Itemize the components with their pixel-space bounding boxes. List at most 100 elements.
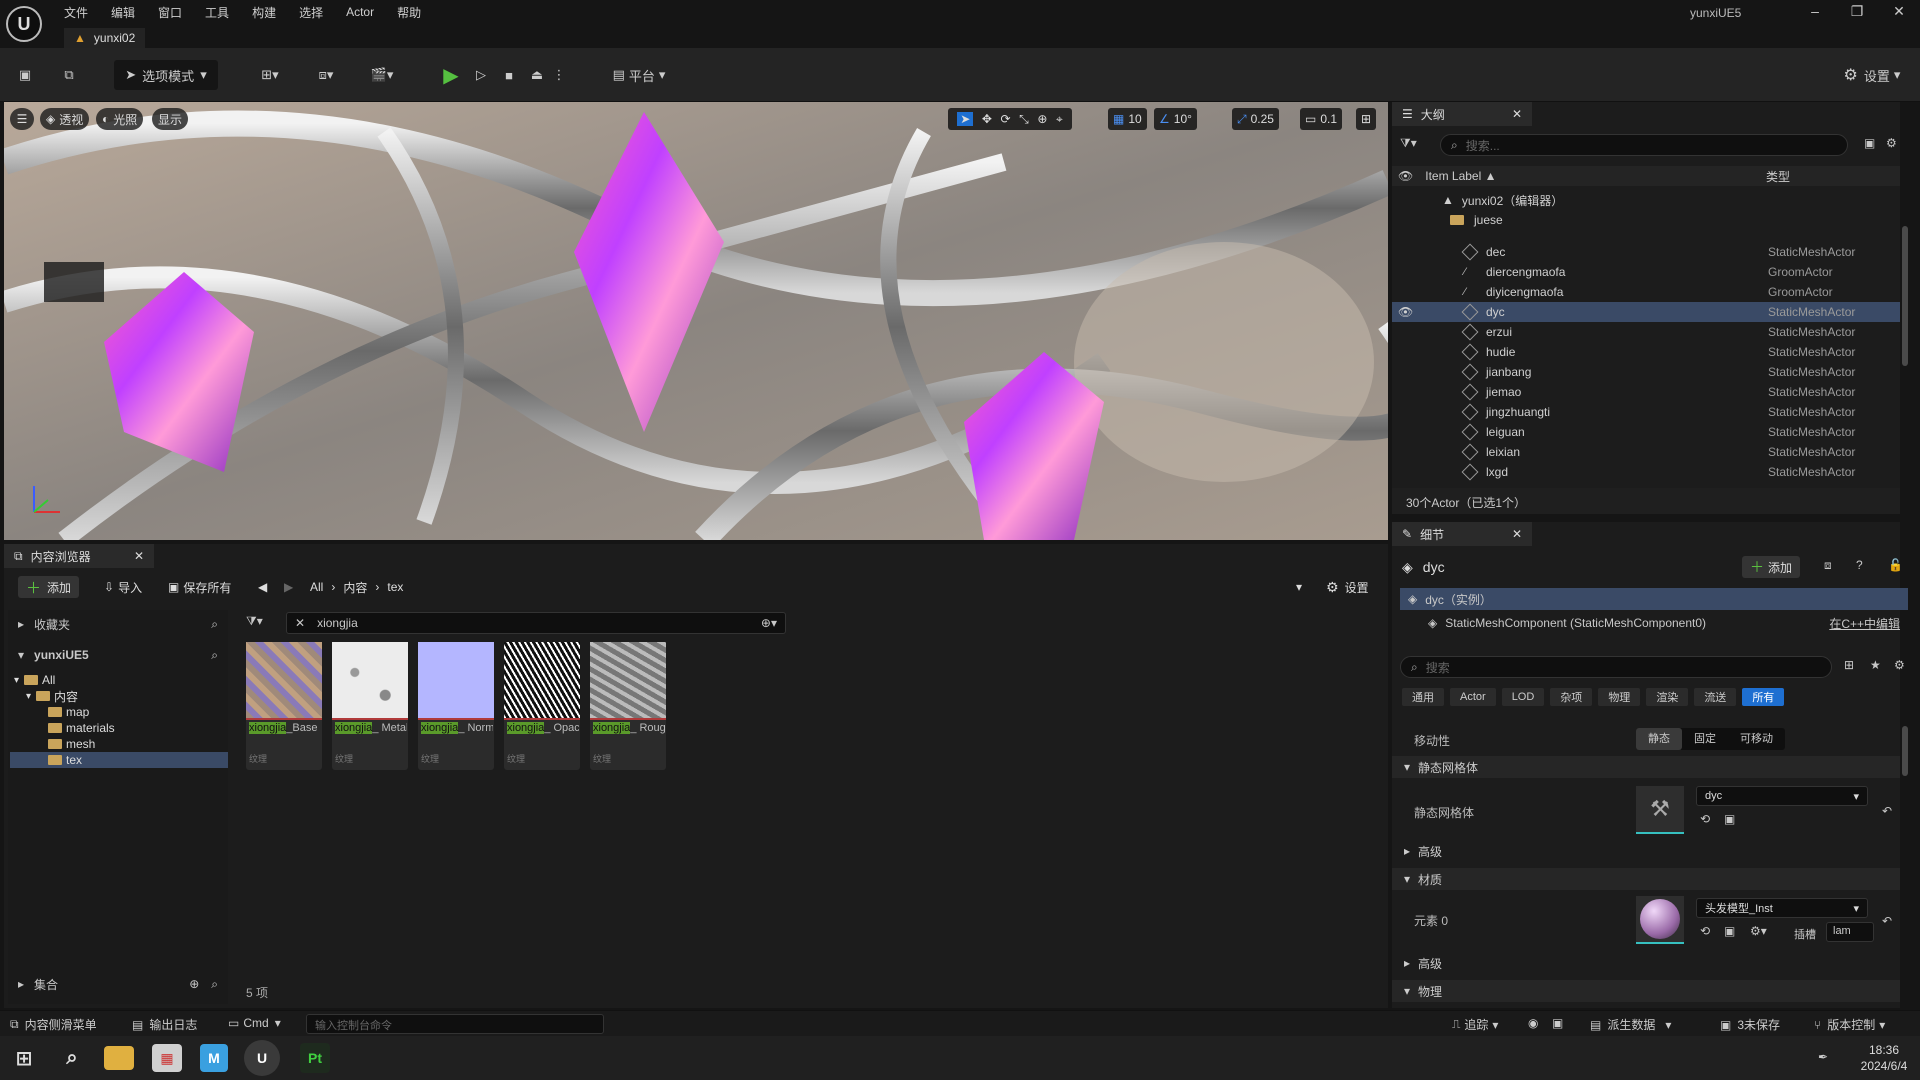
static-mesh-section[interactable]: ▾ 静态网格体 [1392,756,1900,778]
asset-tile[interactable]: xiongjia_ Normal 纹理 [418,642,494,770]
browse-icon[interactable]: ⧉ [56,60,82,90]
outliner-row[interactable]: ⁄ diyicengmaofa GroomActor [1392,282,1900,302]
world-icon[interactable]: ⊕ [1037,112,1047,126]
import-button[interactable]: ⇩ 导入 [96,576,150,598]
camera-speed-button[interactable]: ▭ 0.1 [1300,108,1343,130]
outliner-row[interactable]: ⁄ diercengmaofa GroomActor [1392,262,1900,282]
outliner-row[interactable]: leiguan StaticMeshActor [1392,422,1900,442]
folder-tree-item[interactable]: ▾ All [10,672,228,688]
unreal-engine-taskbar-icon[interactable]: U [244,1040,280,1076]
help-icon[interactable]: ? [1856,558,1863,572]
material-options-icon[interactable]: ⚙▾ [1750,924,1767,938]
menu-select[interactable]: 选择 [299,4,323,21]
level-viewport[interactable]: ☰ ◈ 透视 ◐ 光照 显示 ➤ ✥ ⟳ ⤡ ⊕ ⌖ ▦ 10 ∠ 10° ⤢ … [4,102,1388,540]
windows-start-icon[interactable]: ⊞ [6,1040,42,1076]
folder-tree-item[interactable]: materials [10,720,228,736]
rotate-snap-button[interactable]: ∠ 10° [1154,108,1197,130]
visibility-icon[interactable]: 👁 [1398,169,1413,183]
rotate-icon[interactable]: ⟳ [1001,112,1011,126]
detail-filter-tab[interactable]: LOD [1501,688,1545,706]
outliner-row[interactable]: hudie StaticMeshActor [1392,342,1900,362]
asset-tile[interactable]: xiongjia_Base Color 纹理 [246,642,322,770]
move-icon[interactable]: ✥ [982,112,992,126]
show-button[interactable]: 显示 [152,108,189,130]
asset-filter-input[interactable]: ✕ xiongjia ⊕▾ [286,612,786,634]
favorites-header[interactable]: ▸ 收藏夹 ⌕ [8,614,228,634]
outliner-row[interactable]: 👁 dyc StaticMeshActor [1392,302,1900,322]
folder-tree-item[interactable]: ▾ 内容 [10,688,228,704]
blueprint-icon[interactable]: ⧈ [1824,558,1832,573]
file-explorer-icon[interactable] [104,1046,134,1070]
outliner-row[interactable]: jingzhuangti StaticMeshActor [1392,402,1900,422]
mobility-option[interactable]: 静态 [1636,728,1682,750]
star-icon[interactable]: ★ [1870,658,1881,672]
clear-filter-icon[interactable]: ✕ [295,616,305,630]
layout-icon[interactable]: ⊞ [1356,108,1377,130]
browse-icon[interactable]: ▣ [1724,812,1735,826]
scale-icon[interactable]: ⤡ [1019,112,1029,127]
outliner-row[interactable]: erzui StaticMeshActor [1392,322,1900,342]
slot-field[interactable]: lam [1826,922,1874,942]
outliner-root-row[interactable]: ▲ yunxi02（编辑器） [1392,190,1900,210]
lock-icon[interactable]: 🔓 [1888,558,1903,572]
asset-tile[interactable]: xiongjia_ Roughness 纹理 [590,642,666,770]
app-m-icon[interactable]: M [200,1044,228,1072]
outliner-row[interactable]: leixian StaticMeshActor [1392,442,1900,462]
component-instance-row[interactable]: ◈ dyc（实例） [1400,588,1908,610]
add-collection-icon[interactable]: ⊕ [189,977,199,991]
breadcrumb-tex[interactable]: tex [387,580,403,594]
play-icon[interactable]: ▶ [438,60,464,90]
table-view-icon[interactable]: ⊞ [1844,658,1854,672]
menu-tools[interactable]: 工具 [205,4,229,21]
save-icon[interactable]: ▣ [12,60,38,90]
details-tab[interactable]: ✎ 细节 ✕ [1392,522,1532,546]
breadcrumb-content[interactable]: 内容 [343,579,367,596]
cb-settings-button[interactable]: ⚙ 设置 [1318,576,1377,598]
menu-edit[interactable]: 编辑 [111,4,135,21]
outliner-row[interactable]: lxgd StaticMeshActor [1392,462,1900,482]
restore-icon[interactable]: ❐ [1836,0,1878,24]
cmd-dropdown[interactable]: ▭ Cmd ▾ [228,1016,281,1030]
trace-button[interactable]: ⎍ 追踪 ▾ [1452,1016,1498,1033]
more-icon[interactable]: ⋮ [552,60,566,90]
content-drawer-button[interactable]: ⧉ 内容侧滑菜单 [10,1016,97,1033]
cinematics-icon[interactable]: 🎬▾ [362,60,402,90]
visibility-icon[interactable]: 👁 [1398,305,1413,319]
reset-icon[interactable]: ↶ [1882,804,1892,818]
detail-filter-tab[interactable]: 渲染 [1646,688,1689,706]
forward-icon[interactable]: ▶ [276,576,301,598]
outliner-folder-row[interactable]: juese [1392,210,1900,230]
app-pt-icon[interactable]: Pt [300,1043,330,1073]
derived-data-button[interactable]: ▤ 派生数据 ▾ [1590,1016,1671,1033]
filter-icon[interactable]: ⧩▾ [246,614,270,629]
save-all-button[interactable]: ▣ 保存所有 [160,576,239,598]
details-scrollbar[interactable] [1902,726,1908,776]
surface-snap-icon[interactable]: ⌖ [1056,112,1063,127]
select-icon[interactable]: ➤ [957,112,974,126]
mesh-thumbnail[interactable]: ⚒ [1636,786,1684,834]
physics-section[interactable]: ▾ 物理 [1392,980,1900,1002]
lighting-button[interactable]: ◐ 光照 [96,108,144,130]
material-thumbnail[interactable] [1636,896,1684,944]
menu-build[interactable]: 构建 [252,4,276,21]
outliner-row[interactable]: jianbang StaticMeshActor [1392,362,1900,382]
search-icon[interactable]: ⌕ [211,977,218,992]
unsaved-button[interactable]: ▣ 3未保存 [1720,1016,1780,1033]
menu-actor[interactable]: Actor [346,5,374,19]
gear-icon[interactable]: ⚙ [1894,658,1905,672]
search-icon[interactable]: ⌕ [54,1040,90,1076]
asset-tile[interactable]: xiongjia_ Opacity 纹理 [504,642,580,770]
column-type[interactable]: 类型 [1766,168,1790,185]
browse-icon[interactable]: ▣ [1724,924,1735,938]
close-icon[interactable]: ✕ [1512,107,1522,121]
detail-filter-tab[interactable]: 通用 [1402,688,1444,706]
use-selected-icon[interactable]: ⟲ [1700,812,1710,826]
screenshot-icon[interactable]: ▣ [1552,1016,1563,1030]
record-icon[interactable]: ◉ [1528,1016,1538,1030]
add-actor-icon[interactable]: ⊞▾ [250,60,290,90]
settings-button[interactable]: ⚙ 设置 ▾ [1836,60,1908,90]
details-search-input[interactable]: ⌕ 搜索 [1400,656,1832,678]
outliner-row[interactable]: dec StaticMeshActor [1392,242,1900,262]
folder-tree-item[interactable]: tex [10,752,228,768]
component-row[interactable]: ◈ StaticMeshComponent (StaticMeshCompone… [1400,612,1908,634]
